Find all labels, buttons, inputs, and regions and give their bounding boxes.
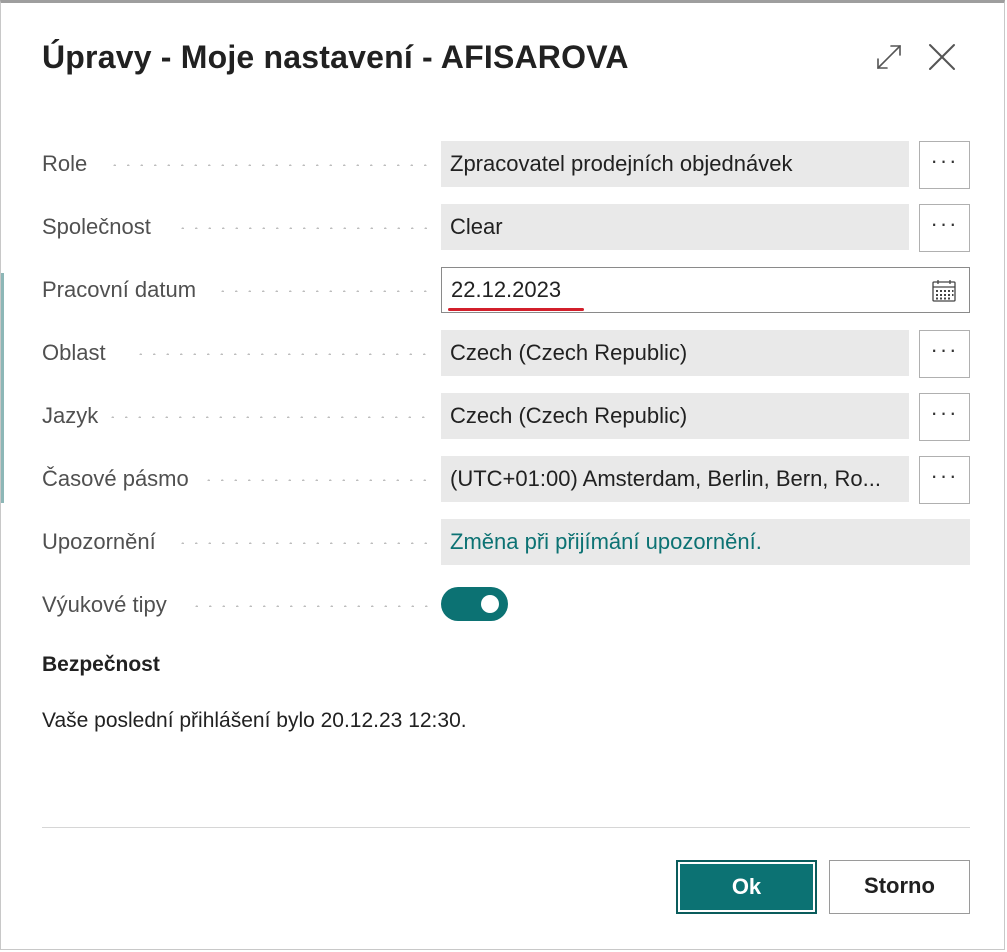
region-lookup-button[interactable]: ··· xyxy=(919,330,970,378)
role-lookup-button[interactable]: ··· xyxy=(919,141,970,189)
timezone-field[interactable]: (UTC+01:00) Amsterdam, Berlin, Bern, Ro.… xyxy=(441,456,909,502)
dot-leader xyxy=(216,290,430,292)
company-field[interactable]: Clear xyxy=(441,204,909,250)
toggle-knob xyxy=(481,595,499,613)
field-row-company: Společnost Clear ··· xyxy=(42,204,970,252)
timezone-lookup-button[interactable]: ··· xyxy=(919,456,970,504)
field-row-teaching-tips: Výukové tipy xyxy=(42,582,970,628)
company-label: Společnost xyxy=(42,214,151,239)
close-icon[interactable] xyxy=(926,41,958,73)
footer-divider xyxy=(42,827,970,828)
language-label: Jazyk xyxy=(42,403,99,428)
annotation-underline xyxy=(448,308,584,311)
cancel-button[interactable]: Storno xyxy=(829,860,970,914)
background-edge xyxy=(1,273,4,503)
settings-dialog: Úpravy - Moje nastavení - AFISAROVA Role… xyxy=(0,0,1005,950)
region-label: Oblast xyxy=(42,340,106,365)
field-row-timezone: Časové pásmo (UTC+01:00) Amsterdam, Berl… xyxy=(42,456,970,504)
notifications-label: Upozornění xyxy=(42,529,156,554)
role-label: Role xyxy=(42,151,88,176)
field-row-work-date: Pracovní datum 22.12.2023 xyxy=(42,267,970,313)
security-section-title: Bezpečnost xyxy=(42,653,160,676)
dot-leader xyxy=(176,542,430,544)
teaching-tips-label: Výukové tipy xyxy=(42,592,167,617)
work-date-value: 22.12.2023 xyxy=(451,277,562,302)
ok-button[interactable]: Ok xyxy=(676,860,817,914)
dot-leader xyxy=(106,416,430,418)
teaching-tips-toggle[interactable] xyxy=(441,587,508,621)
field-row-language: Jazyk Czech (Czech Republic) ··· xyxy=(42,393,970,441)
last-login-text: Vaše poslední přihlášení bylo 20.12.23 1… xyxy=(42,709,467,732)
company-lookup-button[interactable]: ··· xyxy=(919,204,970,252)
work-date-label: Pracovní datum xyxy=(42,277,197,302)
notifications-link[interactable]: Změna při přijímání upozornění. xyxy=(441,519,970,565)
language-field[interactable]: Czech (Czech Republic) xyxy=(441,393,909,439)
dot-leader xyxy=(134,353,430,355)
work-date-field[interactable]: 22.12.2023 xyxy=(441,267,970,313)
dialog-title: Úpravy - Moje nastavení - AFISAROVA xyxy=(42,39,629,75)
role-field[interactable]: Zpracovatel prodejních objednávek xyxy=(441,141,909,187)
calendar-icon[interactable] xyxy=(931,278,957,304)
field-row-region: Oblast Czech (Czech Republic) ··· xyxy=(42,330,970,378)
language-lookup-button[interactable]: ··· xyxy=(919,393,970,441)
expand-icon[interactable] xyxy=(873,41,905,73)
dot-leader xyxy=(202,479,430,481)
region-field[interactable]: Czech (Czech Republic) xyxy=(441,330,909,376)
field-row-role: Role Zpracovatel prodejních objednávek ·… xyxy=(42,141,970,189)
dot-leader xyxy=(190,605,430,607)
field-row-notifications: Upozornění Změna při přijímání upozorněn… xyxy=(42,519,970,565)
timezone-label: Časové pásmo xyxy=(42,466,189,491)
dot-leader xyxy=(176,227,430,229)
dot-leader xyxy=(108,164,430,166)
